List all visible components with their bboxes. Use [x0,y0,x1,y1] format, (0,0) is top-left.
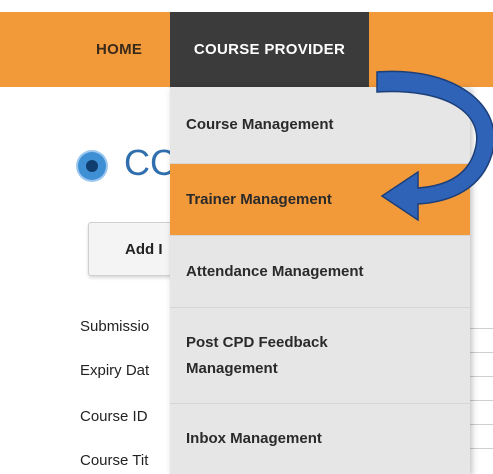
field-label-submission: Submissio [80,318,150,335]
course-provider-dropdown: Course Management Trainer Management Att… [170,87,470,474]
menu-item-inbox-management[interactable]: Inbox Management [170,403,470,474]
field-label-course-id: Course ID [80,408,148,425]
divider [470,424,493,425]
field-label-course-title: Course Tit [80,452,149,469]
divider [470,448,493,449]
radio-dot-icon [78,152,106,180]
screenshot-stage: CC Add I Submissio Expiry Dat Course ID … [0,0,493,474]
divider [470,328,493,329]
nav-home-link[interactable]: HOME [96,12,142,87]
menu-item-course-management[interactable]: Course Management [170,87,470,163]
divider [470,400,493,401]
divider [470,376,493,377]
menu-item-trainer-management[interactable]: Trainer Management [170,163,470,235]
divider [470,352,493,353]
menu-item-attendance-management[interactable]: Attendance Management [170,235,470,307]
nav-course-provider-link[interactable]: COURSE PROVIDER [170,12,369,87]
menu-item-post-cpd-feedback-management[interactable]: Post CPD Feedback Management [170,307,470,403]
page-title: CC [124,142,176,183]
field-label-expiry-date: Expiry Dat [80,362,150,379]
